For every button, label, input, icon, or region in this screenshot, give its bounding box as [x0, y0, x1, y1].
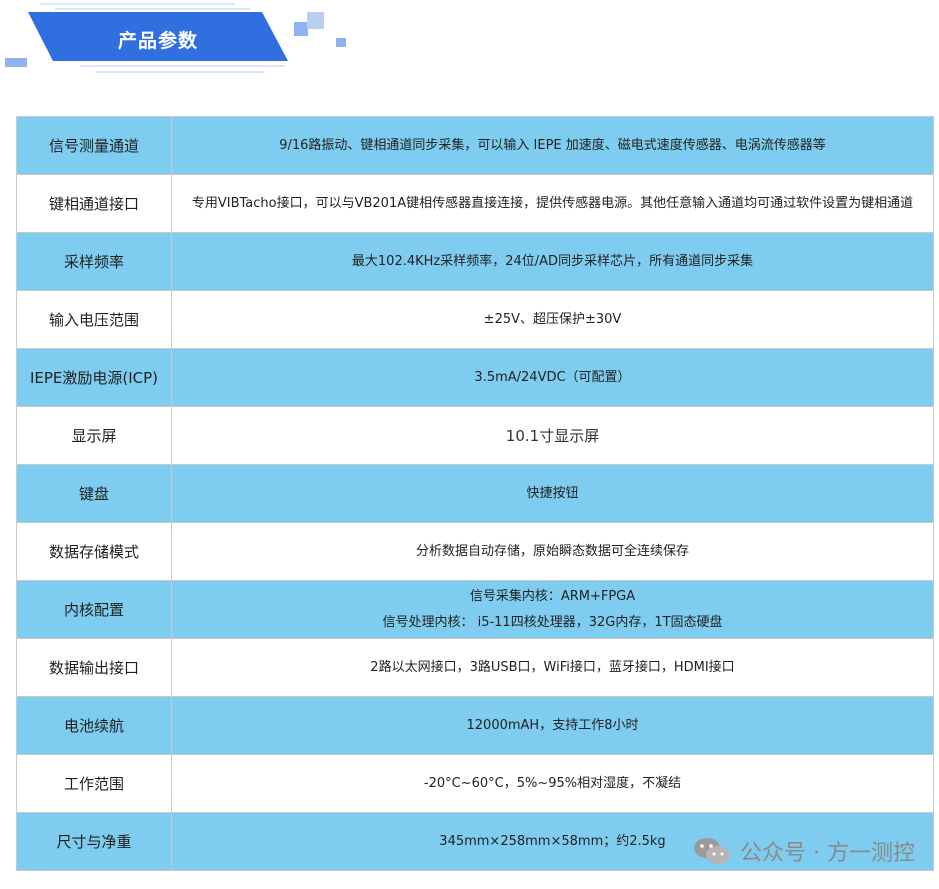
- spec-row: 信号测量通道 9/16路振动、键相通道同步采集，可以输入 IEPE 加速度、磁电式…: [16, 116, 934, 175]
- spec-value-line: 10.1寸显示屏: [505, 426, 600, 445]
- spec-value-line: 12000mAH，支持工作8小时: [466, 717, 639, 733]
- spec-row: IEPE激励电源(ICP) 3.5mA/24VDC（可配置）: [16, 348, 934, 407]
- spec-value-line: 快捷按钮: [526, 485, 579, 501]
- spec-value: 快捷按钮: [171, 464, 934, 523]
- spec-value: 3.5mA/24VDC（可配置）: [171, 348, 934, 407]
- spec-value: 分析数据自动存储，原始瞬态数据可全连续保存: [171, 522, 934, 581]
- spec-row: 工作范围 -20°C~60°C，5%~95%相对湿度，不凝结: [16, 754, 934, 813]
- spec-value-line: -20°C~60°C，5%~95%相对湿度，不凝结: [423, 775, 682, 791]
- spec-label: 尺寸与净重: [16, 812, 172, 871]
- section-header: 产品参数: [0, 0, 939, 100]
- spec-value: 专用VIBTacho接口，可以与VB201A键相传感器直接连接，提供传感器电源。…: [171, 174, 934, 233]
- spec-value-line: 3.5mA/24VDC（可配置）: [474, 369, 631, 385]
- wechat-icon: [692, 836, 732, 866]
- spec-label: 数据存储模式: [16, 522, 172, 581]
- spec-label: 数据输出接口: [16, 638, 172, 697]
- spec-label: 显示屏: [16, 406, 172, 465]
- watermark: 公众号 · 方一测控: [692, 835, 915, 867]
- spec-row: 键盘 快捷按钮: [16, 464, 934, 523]
- spec-label: 电池续航: [16, 696, 172, 755]
- spec-row: 显示屏 10.1寸显示屏: [16, 406, 934, 465]
- spec-row: 键相通道接口 专用VIBTacho接口，可以与VB201A键相传感器直接连接，提供…: [16, 174, 934, 233]
- spec-label: IEPE激励电源(ICP): [16, 348, 172, 407]
- spec-row: 电池续航 12000mAH，支持工作8小时: [16, 696, 934, 755]
- spec-value: 2路以太网接口，3路USB口，WiFi接口，蓝牙接口，HDMI接口: [171, 638, 934, 697]
- page-title: 产品参数: [117, 29, 198, 52]
- watermark-text: 公众号 · 方一测控: [740, 841, 915, 866]
- spec-value-line: 信号采集内核：ARM+FPGA: [469, 588, 636, 604]
- spec-value: -20°C~60°C，5%~95%相对湿度，不凝结: [171, 754, 934, 813]
- spec-value-line: 分析数据自动存储，原始瞬态数据可全连续保存: [415, 543, 689, 559]
- spec-value: 10.1寸显示屏: [171, 406, 934, 465]
- spec-label: 内核配置: [16, 580, 172, 639]
- spec-value-line: 9/16路振动、键相通道同步采集，可以输入 IEPE 加速度、磁电式速度传感器、…: [279, 137, 826, 153]
- spec-row: 数据输出接口 2路以太网接口，3路USB口，WiFi接口，蓝牙接口，HDMI接口: [16, 638, 934, 697]
- spec-value-line: 345mm×258mm×58mm；约2.5kg: [439, 833, 666, 849]
- spec-label: 信号测量通道: [16, 116, 172, 175]
- spec-value: 信号采集内核：ARM+FPGA 信号处理内核： i5-11四核处理器，32G内存，…: [171, 580, 934, 639]
- spec-value-line: 专用VIBTacho接口，可以与VB201A键相传感器直接连接，提供传感器电源。…: [191, 195, 914, 211]
- spec-value: 最大102.4KHz采样频率，24位/AD同步采样芯片，所有通道同步采集: [171, 232, 934, 291]
- spec-value: ±25V、超压保护±30V: [171, 290, 934, 349]
- spec-label: 工作范围: [16, 754, 172, 813]
- spec-value-line: 信号处理内核： i5-11四核处理器，32G内存，1T固态硬盘: [382, 614, 723, 630]
- spec-row: 数据存储模式 分析数据自动存储，原始瞬态数据可全连续保存: [16, 522, 934, 581]
- spec-label: 采样频率: [16, 232, 172, 291]
- spec-label: 键盘: [16, 464, 172, 523]
- spec-value: 12000mAH，支持工作8小时: [171, 696, 934, 755]
- spec-value: 9/16路振动、键相通道同步采集，可以输入 IEPE 加速度、磁电式速度传感器、…: [171, 116, 934, 175]
- spec-row: 输入电压范围 ±25V、超压保护±30V: [16, 290, 934, 349]
- spec-row: 内核配置 信号采集内核：ARM+FPGA 信号处理内核： i5-11四核处理器，32…: [16, 580, 934, 639]
- spec-row: 采样频率 最大102.4KHz采样频率，24位/AD同步采样芯片，所有通道同步采集: [16, 232, 934, 291]
- spec-label: 键相通道接口: [16, 174, 172, 233]
- spec-table: 信号测量通道 9/16路振动、键相通道同步采集，可以输入 IEPE 加速度、磁电式…: [16, 116, 934, 871]
- spec-value-line: 最大102.4KHz采样频率，24位/AD同步采样芯片，所有通道同步采集: [351, 253, 754, 269]
- spec-value-line: 2路以太网接口，3路USB口，WiFi接口，蓝牙接口，HDMI接口: [370, 659, 735, 675]
- spec-label: 输入电压范围: [16, 290, 172, 349]
- spec-value-line: ±25V、超压保护±30V: [483, 311, 622, 327]
